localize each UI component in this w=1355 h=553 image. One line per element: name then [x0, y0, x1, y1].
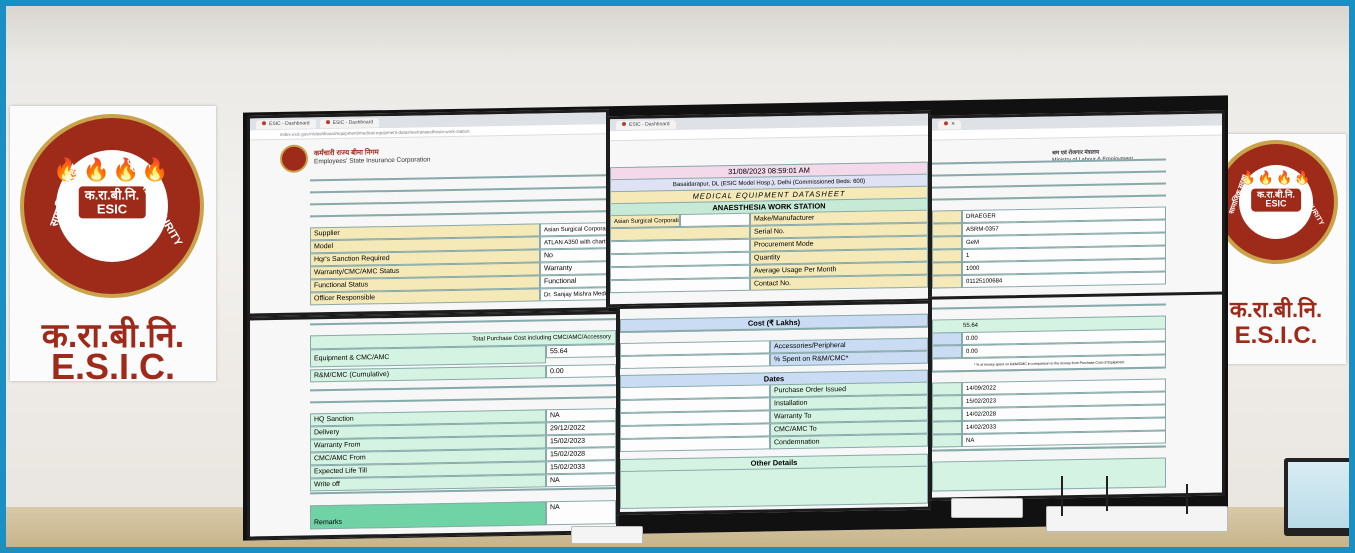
wall-screen-top-middle: ESIC - Dashboard 31/08/2023 08:59:01 AM …	[607, 110, 931, 308]
browser-tab[interactable]: ESIC - Dashboard	[256, 118, 316, 129]
logo-name-english: E.S.I.C.	[50, 346, 176, 387]
ceiling	[6, 6, 1349, 66]
cost-row: R&M/CMC (Cumulative) 0.00	[310, 364, 616, 383]
wall-screen-bottom-middle: Cost (₹ Lakhs) Accessories/Peripheral % …	[617, 300, 931, 516]
favicon-icon	[622, 121, 626, 126]
video-wall: ESIC - Dashboard ESIC - Dashboard index.…	[243, 95, 1228, 541]
wall-screen-bottom-left: Total Purchase Cost including CMC/AMC/Ac…	[247, 311, 619, 540]
browser-tab[interactable]: ESIC - Dashboard	[616, 119, 676, 130]
org-name: कर्मचारी राज्य बीमा निगम Employees' Stat…	[314, 149, 431, 166]
remarks-label: Remarks	[310, 501, 546, 530]
favicon-icon	[325, 119, 330, 124]
date-value-row: NA	[932, 430, 1166, 448]
esic-emblem-icon: 🔥🔥🔥🔥 क.रा.बी.नि. ESIC सामाजिक सुरक्षा SO…	[20, 114, 204, 298]
favicon-icon	[262, 120, 266, 125]
wall-screen-top-left: ESIC - Dashboard ESIC - Dashboard index.…	[247, 109, 609, 317]
favicon-icon	[944, 120, 948, 125]
browser-tab[interactable]: ESIC - Dashboard	[319, 117, 380, 128]
field-row: 01125100684	[932, 271, 1166, 289]
esic-emblem-icon: 🔥🔥🔥🔥 क.रा.बी.नि. ESIC सामाजिक सुरक्षा SO…	[1214, 140, 1338, 264]
cable	[1061, 476, 1063, 516]
remarks-value: NA	[546, 500, 616, 526]
browser-tab[interactable]: ✕	[938, 119, 962, 129]
emblem-badge: क.रा.बी.नि. ESIC	[1251, 188, 1301, 212]
wall-screen-bottom-right: 55.64 0.00 0.00 * % of money spent on R&…	[929, 291, 1225, 501]
power-socket-strip	[951, 498, 1023, 518]
esic-logo-icon	[280, 144, 308, 173]
control-room: 🔥🔥🔥🔥 क.रा.बी.नि. ESIC सामाजिक सुरक्षा SO…	[6, 6, 1349, 547]
cable	[1186, 484, 1188, 514]
desk-monitor-display	[1288, 462, 1349, 528]
cable	[1106, 476, 1108, 511]
power-socket-panel	[1046, 506, 1228, 532]
esic-logo-panel-left: 🔥🔥🔥🔥 क.रा.बी.नि. ESIC सामाजिक सुरक्षा SO…	[10, 106, 216, 387]
emblem-badge: क.रा.बी.नि. ESIC	[78, 186, 146, 219]
desk-monitor	[1284, 458, 1349, 536]
page-header: कर्मचारी राज्य बीमा निगम Employees' Stat…	[250, 134, 606, 178]
wall-screen-top-right: ✕ श्रम एवं रोजगार मंत्रालय Ministry of L…	[929, 110, 1225, 302]
remarks-row: Remarks NA	[310, 500, 616, 530]
power-socket-strip	[571, 526, 643, 544]
